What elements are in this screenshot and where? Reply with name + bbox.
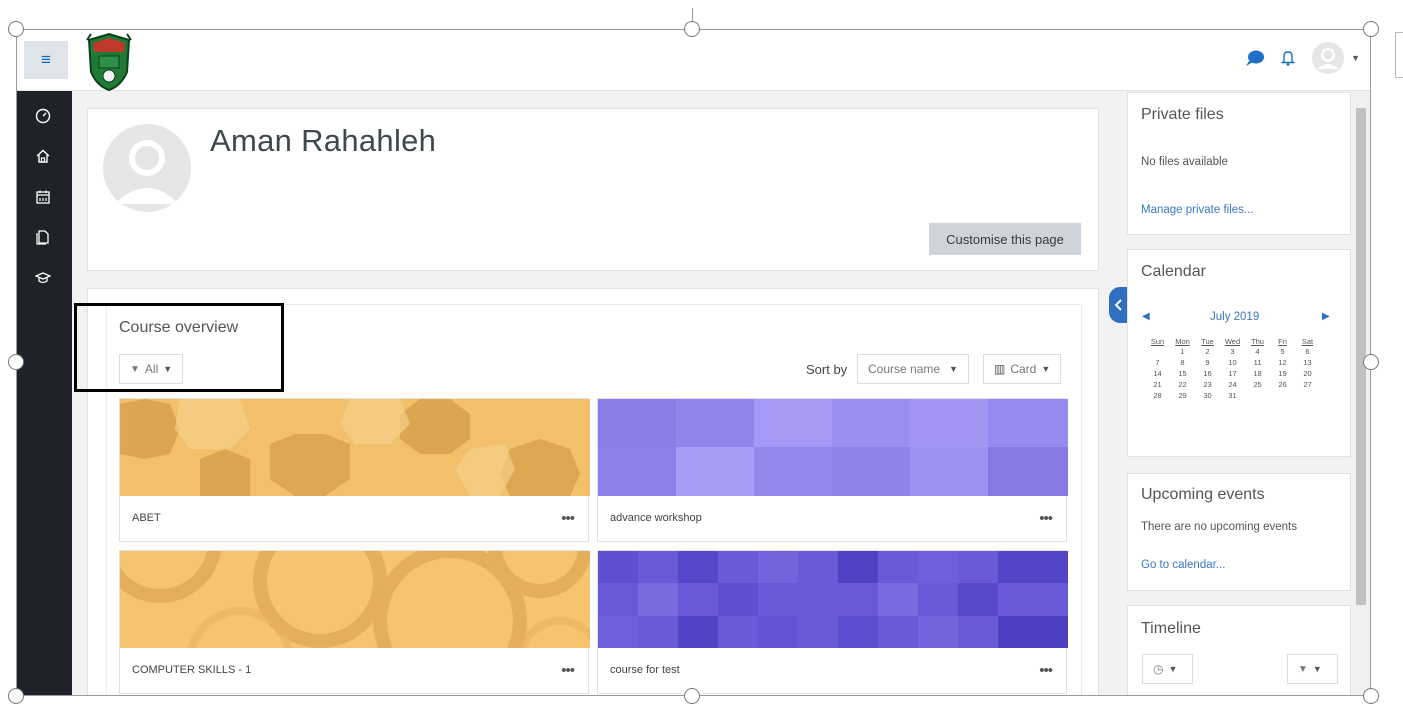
adjacent-window-edge [1395, 32, 1403, 78]
resize-handle[interactable] [8, 354, 24, 370]
resize-handle[interactable] [1363, 688, 1379, 704]
resize-handle[interactable] [8, 21, 24, 37]
screenshot-stage: ≡ ▼ Aman Rahahleh Customise this page Co… [0, 0, 1403, 705]
resize-handle[interactable] [1363, 21, 1379, 37]
resize-handle[interactable] [8, 688, 24, 704]
resize-handle[interactable] [1363, 354, 1379, 370]
image-selection-frame [16, 29, 1371, 696]
resize-handle[interactable] [684, 688, 700, 704]
resize-handle[interactable] [684, 21, 700, 37]
selection-rotate-stub [692, 8, 693, 22]
